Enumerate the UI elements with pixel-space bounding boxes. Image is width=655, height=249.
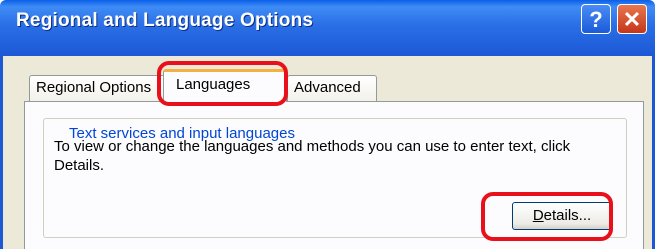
tab-advanced[interactable]: Advanced [287, 75, 377, 101]
details-button-highlight [481, 192, 613, 241]
group-description: To view or change the languages and meth… [54, 138, 571, 174]
help-button[interactable]: ? [581, 4, 611, 34]
tab-label: Regional Options [36, 79, 152, 96]
tab-label: Advanced [294, 79, 361, 96]
close-button[interactable]: ✕ [617, 4, 647, 34]
window-title: Regional and Language Options [16, 10, 314, 31]
languages-tab-highlight [157, 61, 288, 106]
tab-regional-options[interactable]: Regional Options [29, 75, 167, 101]
title-bar[interactable]: Regional and Language Options ? ✕ [0, 0, 655, 56]
close-icon: ✕ [622, 7, 642, 32]
regional-language-options-window: Regional and Language Options ? ✕ Region… [0, 0, 655, 249]
help-icon: ? [589, 7, 603, 32]
